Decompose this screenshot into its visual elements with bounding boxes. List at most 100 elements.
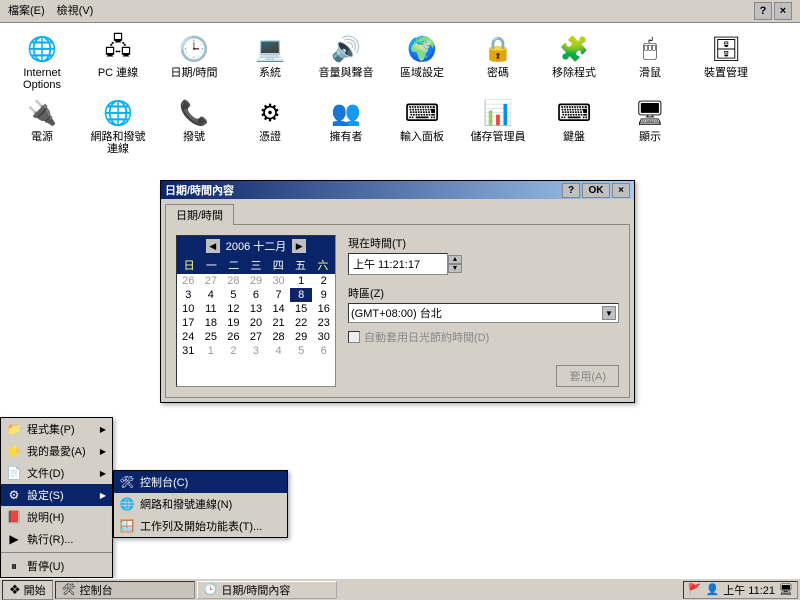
programs-icon: 📁: [7, 422, 21, 436]
help-button[interactable]: ?: [754, 2, 772, 20]
dst-checkbox-row: 自動套用日光節約時間(D): [348, 329, 619, 345]
system-tray[interactable]: 🚩 👤 上午 11:21 🖥: [683, 581, 798, 599]
cal-day-24[interactable]: 24: [177, 330, 200, 344]
cal-day-16[interactable]: 16: [312, 302, 335, 316]
certificates[interactable]: ⚙憑證: [240, 97, 300, 155]
cal-day-25[interactable]: 25: [200, 330, 223, 344]
certificates-icon: ⚙: [254, 97, 286, 129]
system[interactable]: 💻系統: [240, 33, 300, 91]
settings-icon: ⚙: [7, 488, 21, 502]
tab-datetime[interactable]: 日期/時間: [165, 204, 234, 225]
cal-day-29[interactable]: 29: [290, 330, 313, 344]
dialog-ok-button[interactable]: OK: [582, 183, 610, 198]
tray-desktop-icon[interactable]: 🖥: [779, 583, 793, 596]
display[interactable]: 🖥顯示: [620, 97, 680, 155]
tz-select[interactable]: (GMT+08:00) 台北 ▼: [348, 303, 619, 323]
cal-day-19[interactable]: 19: [222, 316, 245, 330]
cal-day-28[interactable]: 28: [267, 330, 290, 344]
cal-day-18[interactable]: 18: [200, 316, 223, 330]
cal-day-31[interactable]: 31: [177, 344, 200, 358]
apply-button[interactable]: 套用(A): [556, 365, 619, 387]
task-icon: 🛠: [62, 583, 76, 596]
device-mgmt[interactable]: 🗄裝置管理: [696, 33, 756, 91]
cal-day-9[interactable]: 9: [312, 288, 335, 302]
calendar[interactable]: ◀ 2006 十二月 ▶ 日一二三四五六 2627282930123456789…: [176, 235, 336, 387]
start-button[interactable]: ❖開始: [2, 580, 53, 600]
network-dialup[interactable]: 🌐網路和撥號連線: [88, 97, 148, 155]
chevron-down-icon[interactable]: ▼: [602, 306, 616, 320]
sub-taskbar[interactable]: 🪟工作列及開始功能表(T)...: [114, 515, 287, 537]
cal-day-30[interactable]: 30: [312, 330, 335, 344]
sm-settings[interactable]: ⚙設定(S)▶: [1, 484, 112, 506]
cal-day-22[interactable]: 22: [290, 316, 313, 330]
sub-network[interactable]: 🌐網路和撥號連線(N): [114, 493, 287, 515]
cal-day-3[interactable]: 3: [177, 288, 200, 302]
input-panel-label: 輸入面板: [400, 131, 444, 143]
storage-mgr-label: 儲存管理員: [471, 131, 526, 143]
tray-flag-icon[interactable]: 🚩: [688, 583, 702, 596]
cal-day-17[interactable]: 17: [177, 316, 200, 330]
cal-day-20[interactable]: 20: [245, 316, 268, 330]
dialing[interactable]: 📞撥號: [164, 97, 224, 155]
menu-view[interactable]: 檢視(V): [57, 2, 94, 20]
sm-favorites[interactable]: ⭐我的最愛(A)▶: [1, 440, 112, 462]
task-datetime[interactable]: 🕒日期/時間內容: [197, 581, 337, 599]
tray-user-icon[interactable]: 👤: [706, 583, 720, 596]
cal-day-4[interactable]: 4: [200, 288, 223, 302]
network-dialup-icon: 🌐: [102, 97, 134, 129]
tz-label: 時區(Z): [348, 285, 619, 301]
menu-file[interactable]: 檔案(E): [8, 2, 45, 20]
time-input[interactable]: 上午 11:21:17: [348, 253, 448, 275]
cal-day-15[interactable]: 15: [290, 302, 313, 316]
cal-day-14[interactable]: 14: [267, 302, 290, 316]
sm-run[interactable]: ▶執行(R)...: [1, 528, 112, 550]
sound[interactable]: 🔊音量與聲音: [316, 33, 376, 91]
documents-icon: 📄: [7, 466, 21, 480]
cal-day-13[interactable]: 13: [245, 302, 268, 316]
sm-suspend[interactable]: ⏸暫停(U): [1, 555, 112, 577]
task-control-panel[interactable]: 🛠控制台: [55, 581, 195, 599]
cal-day-6[interactable]: 6: [245, 288, 268, 302]
input-panel[interactable]: ⌨輸入面板: [392, 97, 452, 155]
cal-day-8[interactable]: 8: [290, 288, 313, 302]
time-spinner[interactable]: ▲▼: [448, 255, 462, 273]
cal-day-2[interactable]: 2: [312, 274, 335, 288]
power[interactable]: 🔌電源: [12, 97, 72, 155]
cal-next-icon[interactable]: ▶: [292, 239, 306, 253]
cal-day-12[interactable]: 12: [222, 302, 245, 316]
cal-day-27[interactable]: 27: [245, 330, 268, 344]
owner[interactable]: 👥擁有者: [316, 97, 376, 155]
cal-day-10[interactable]: 10: [177, 302, 200, 316]
sm-help[interactable]: 📕說明(H): [1, 506, 112, 528]
mouse[interactable]: 🖱滑鼠: [620, 33, 680, 91]
regional[interactable]: 🌍區域設定: [392, 33, 452, 91]
pc-connection-label: PC 連線: [98, 67, 138, 79]
settings-submenu: 🛠控制台(C) 🌐網路和撥號連線(N) 🪟工作列及開始功能表(T)...: [113, 470, 288, 538]
dialog-close-button[interactable]: ×: [612, 183, 630, 198]
remove-programs[interactable]: 🧩移除程式: [544, 33, 604, 91]
sub-control-panel[interactable]: 🛠控制台(C): [114, 471, 287, 493]
tray-clock[interactable]: 上午 11:21: [723, 582, 775, 598]
cal-day-21[interactable]: 21: [267, 316, 290, 330]
cal-days[interactable]: 2627282930123456789101112131415161718192…: [177, 274, 335, 358]
sm-programs[interactable]: 📁程式集(P)▶: [1, 418, 112, 440]
pc-connection-icon: 🖧: [102, 33, 134, 65]
keyboard[interactable]: ⌨鍵盤: [544, 97, 604, 155]
dialog-help-button[interactable]: ?: [562, 183, 580, 198]
password-label: 密碼: [487, 67, 509, 79]
cal-day-1[interactable]: 1: [290, 274, 313, 288]
cal-day-7[interactable]: 7: [267, 288, 290, 302]
dialog-title: 日期/時間內容: [165, 182, 560, 198]
cal-day-11[interactable]: 11: [200, 302, 223, 316]
storage-mgr[interactable]: 📊儲存管理員: [468, 97, 528, 155]
internet-options[interactable]: 🌐Internet Options: [12, 33, 72, 91]
cal-day-23[interactable]: 23: [312, 316, 335, 330]
sm-documents[interactable]: 📄文件(D)▶: [1, 462, 112, 484]
cal-day-5[interactable]: 5: [222, 288, 245, 302]
close-button[interactable]: ×: [774, 2, 792, 20]
cal-day-26[interactable]: 26: [222, 330, 245, 344]
pc-connection[interactable]: 🖧 PC 連線: [88, 33, 148, 91]
date-time[interactable]: 🕒日期/時間: [164, 33, 224, 91]
password[interactable]: 🔒密碼: [468, 33, 528, 91]
cal-prev-icon[interactable]: ◀: [206, 239, 220, 253]
